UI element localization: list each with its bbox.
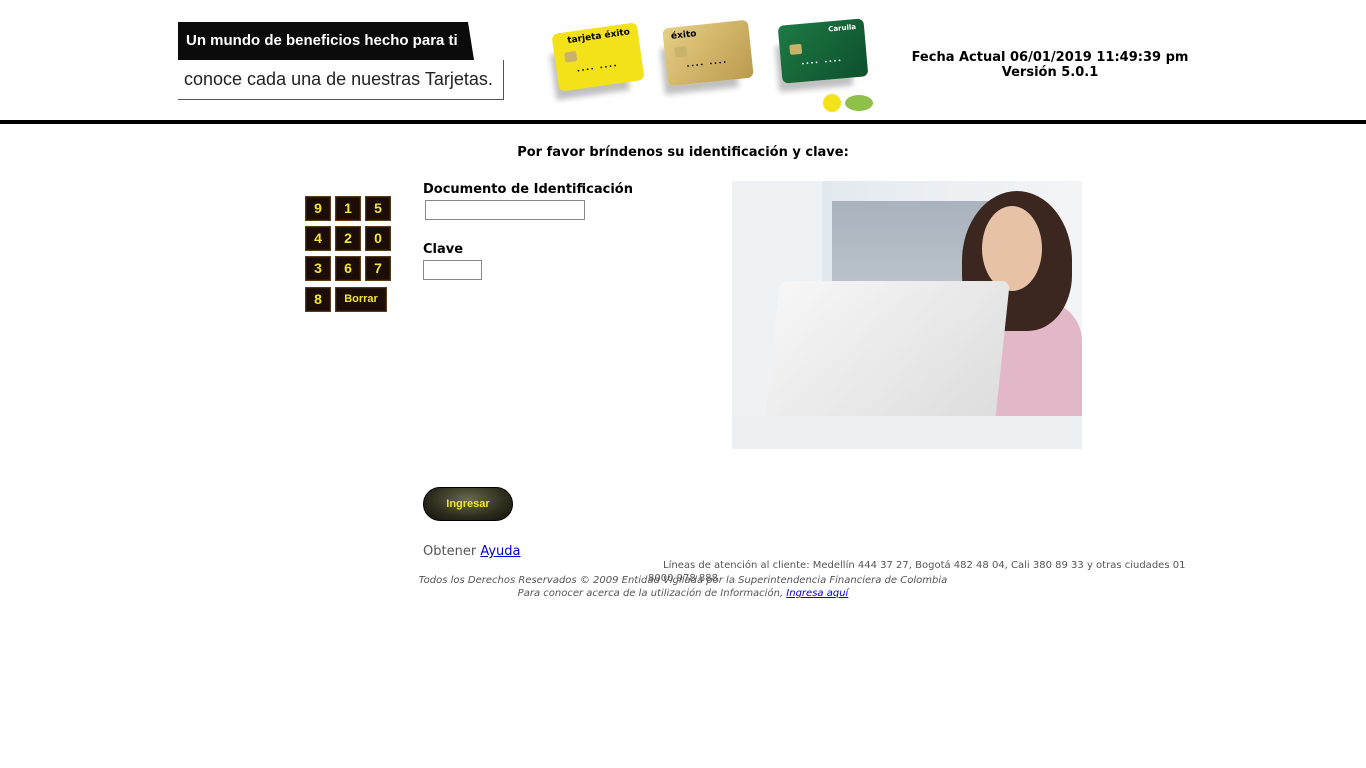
cards-image: tarjeta éxito •••• •••• éxito •••• •••• … bbox=[535, 18, 900, 118]
page-header: Un mundo de beneficios hecho para ti con… bbox=[0, 0, 1366, 126]
card-exito-yellow: tarjeta éxito •••• •••• bbox=[551, 22, 645, 92]
password-input[interactable] bbox=[423, 260, 482, 280]
keypad-key[interactable]: 7 bbox=[365, 256, 391, 281]
header-divider bbox=[0, 120, 1366, 124]
keypad-key[interactable]: 9 bbox=[305, 196, 331, 221]
card-exito-gold: éxito •••• •••• bbox=[662, 19, 754, 87]
info-prefix: Para conocer acerca de la utilización de… bbox=[517, 588, 784, 599]
banner-headline: Un mundo de beneficios hecho para ti bbox=[178, 22, 474, 60]
current-date: Fecha Actual 06/01/2019 11:49:39 pm bbox=[911, 50, 1189, 65]
version-label: Versión 5.0.1 bbox=[1001, 65, 1099, 80]
keypad-key[interactable]: 6 bbox=[335, 256, 361, 281]
card-number-graphic: •••• •••• bbox=[800, 57, 843, 68]
keypad-key[interactable]: 1 bbox=[335, 196, 361, 221]
date-version-box: Fecha Actual 06/01/2019 11:49:39 pm Vers… bbox=[900, 50, 1200, 80]
keypad-key[interactable]: 3 bbox=[305, 256, 331, 281]
exito-logo-icon bbox=[823, 94, 841, 112]
banner-subline: conoce cada una de nuestras Tarjetas. bbox=[178, 60, 504, 100]
keypad-key[interactable]: 8 bbox=[305, 287, 331, 312]
photo-desk bbox=[732, 416, 1082, 449]
password-label: Clave bbox=[423, 242, 464, 257]
card-label: éxito bbox=[670, 29, 697, 42]
help-prefix: Obtener bbox=[423, 544, 477, 559]
keypad-key[interactable]: 5 bbox=[365, 196, 391, 221]
card-carulla-green: Carulla •••• •••• bbox=[777, 18, 869, 84]
brand-logos bbox=[823, 94, 873, 112]
document-label: Documento de Identificación bbox=[423, 182, 633, 197]
help-link[interactable]: Ayuda bbox=[480, 544, 520, 559]
card-number-graphic: •••• •••• bbox=[576, 62, 619, 76]
keypad-key[interactable]: 0 bbox=[365, 226, 391, 251]
photo-person-face bbox=[982, 206, 1042, 291]
info-line: Para conocer acerca de la utilización de… bbox=[0, 587, 1366, 600]
document-input[interactable] bbox=[425, 200, 585, 220]
keypad-key[interactable]: 4 bbox=[305, 226, 331, 251]
card-chip bbox=[564, 51, 578, 63]
login-prompt: Por favor bríndenos su identificación y … bbox=[517, 145, 849, 160]
info-link[interactable]: Ingresa aquí bbox=[786, 588, 848, 599]
card-chip bbox=[789, 43, 803, 55]
hero-photo bbox=[732, 181, 1082, 449]
submit-button[interactable]: Ingresar bbox=[423, 487, 513, 521]
keypad-clear-button[interactable]: Borrar bbox=[335, 287, 387, 312]
card-chip bbox=[674, 46, 688, 58]
copyright-text: Todos los Derechos Reservados © 2009 Ent… bbox=[418, 575, 948, 586]
footer-rights: Todos los Derechos Reservados © 2009 Ent… bbox=[0, 574, 1366, 600]
card-number-graphic: •••• •••• bbox=[685, 59, 728, 71]
card-label: Carulla bbox=[827, 23, 857, 34]
card-label: tarjeta éxito bbox=[566, 27, 631, 47]
help-line: Obtener Ayuda bbox=[423, 544, 520, 559]
photo-laptop bbox=[764, 281, 1010, 431]
keypad-key[interactable]: 2 bbox=[335, 226, 361, 251]
promo-banner: Un mundo de beneficios hecho para ti con… bbox=[178, 22, 504, 100]
carulla-logo-icon bbox=[845, 95, 873, 111]
